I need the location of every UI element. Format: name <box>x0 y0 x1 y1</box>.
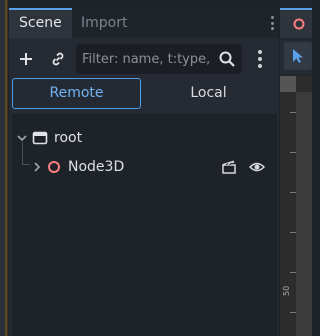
ruler-tick <box>290 312 296 313</box>
viewport-panel: 50 <box>280 0 312 336</box>
left-panel-edge <box>0 0 8 336</box>
node3d-icon <box>293 18 305 30</box>
tab-scene[interactable]: Scene <box>9 8 72 38</box>
scene-dock: Scene Import Remote Local <box>9 8 279 336</box>
ruler-corner <box>280 76 296 92</box>
chevron-right-icon[interactable] <box>31 161 43 173</box>
local-button[interactable]: Local <box>144 78 273 109</box>
ruler-tick <box>290 192 296 193</box>
vertical-ruler: 50 <box>280 92 296 336</box>
search-icon <box>219 51 235 67</box>
tab-menu-icon[interactable] <box>267 14 277 32</box>
ruler-tick <box>290 112 296 113</box>
add-node-button[interactable] <box>13 46 39 72</box>
select-tool-button[interactable] <box>284 42 312 70</box>
tree-item-label: root <box>54 130 83 146</box>
cursor-icon <box>293 49 303 63</box>
instance-scene-button[interactable] <box>45 46 71 72</box>
tree-item-label: Node3D <box>68 159 125 175</box>
ruler-label: 50 <box>282 285 291 296</box>
node3d-icon <box>48 161 60 173</box>
clapperboard-icon[interactable] <box>221 159 237 175</box>
viewport-tab[interactable] <box>280 8 312 38</box>
viewport-canvas[interactable]: 50 <box>280 76 312 336</box>
tree-row-root[interactable]: root <box>12 124 277 152</box>
plus-icon <box>20 53 32 65</box>
eye-icon[interactable] <box>249 159 265 175</box>
ruler-tick <box>290 152 296 153</box>
filter-input[interactable] <box>82 44 214 74</box>
remote-button[interactable]: Remote <box>12 78 141 109</box>
dock-tabbar: Scene Import <box>9 8 279 38</box>
tree-row-node3d[interactable]: Node3D <box>12 153 277 181</box>
filter-field[interactable] <box>76 44 242 74</box>
scene-menu-button[interactable] <box>252 46 268 72</box>
link-icon <box>52 52 64 66</box>
viewport-toolbar <box>280 40 312 74</box>
tab-import[interactable]: Import <box>71 8 137 38</box>
scene-toolbar <box>9 42 279 76</box>
ruler-tick <box>290 232 296 233</box>
ruler-tick <box>290 272 296 273</box>
node-icon <box>32 131 48 145</box>
scene-tree: root Node3D <box>12 114 277 336</box>
